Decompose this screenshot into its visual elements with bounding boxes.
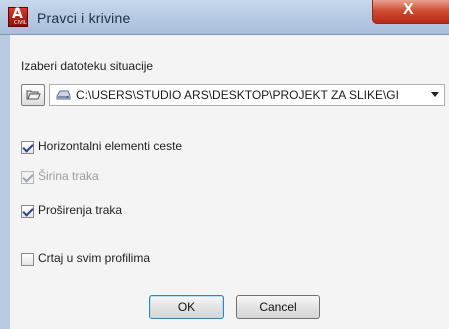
app-icon-small-text: CIVIL xyxy=(14,20,27,26)
title-bar[interactable]: A CIVIL Pravci i krivine X xyxy=(0,0,449,35)
selected-file-path: C:\USERS\STUDIO ARS\DESKTOP\PROJEKT ZA S… xyxy=(76,88,399,102)
lane-widening-label: Proširenja traka xyxy=(38,203,123,217)
dialog-window: A CIVIL Pravci i krivine X Izaberi datot… xyxy=(0,0,449,329)
file-label: Izaberi datoteku situacije xyxy=(21,59,154,73)
draw-all-profiles-option[interactable]: Crtaj u svim profilima xyxy=(21,251,171,269)
horizontal-elements-option[interactable]: Horizontalni elementi ceste xyxy=(21,139,211,157)
window-frame-left xyxy=(0,35,10,329)
chevron-down-icon[interactable] xyxy=(431,92,439,97)
folder-open-icon xyxy=(26,90,41,100)
lane-width-label: Širina traka xyxy=(38,169,99,183)
draw-all-profiles-label: Crtaj u svim profilima xyxy=(38,251,151,265)
ok-button[interactable]: OK xyxy=(149,295,224,319)
autocad-icon: A CIVIL xyxy=(8,6,28,27)
draw-all-profiles-checkbox[interactable] xyxy=(21,253,34,266)
close-icon: X xyxy=(403,1,414,18)
horizontal-elements-label: Horizontalni elementi ceste xyxy=(38,139,183,153)
lane-widening-option[interactable]: Proširenja traka xyxy=(21,203,141,221)
window-title: Pravci i krivine xyxy=(37,10,131,26)
drive-icon xyxy=(56,90,71,100)
file-path-dropdown[interactable]: C:\USERS\STUDIO ARS\DESKTOP\PROJEKT ZA S… xyxy=(49,84,445,106)
lane-width-checkbox xyxy=(21,171,34,184)
cancel-button[interactable]: Cancel xyxy=(236,295,320,319)
lane-width-option: Širina traka xyxy=(21,169,111,187)
close-button[interactable]: X xyxy=(372,0,449,24)
lane-widening-checkbox[interactable] xyxy=(21,205,34,218)
horizontal-elements-checkbox[interactable] xyxy=(21,141,34,154)
browse-folder-button[interactable] xyxy=(21,84,45,106)
